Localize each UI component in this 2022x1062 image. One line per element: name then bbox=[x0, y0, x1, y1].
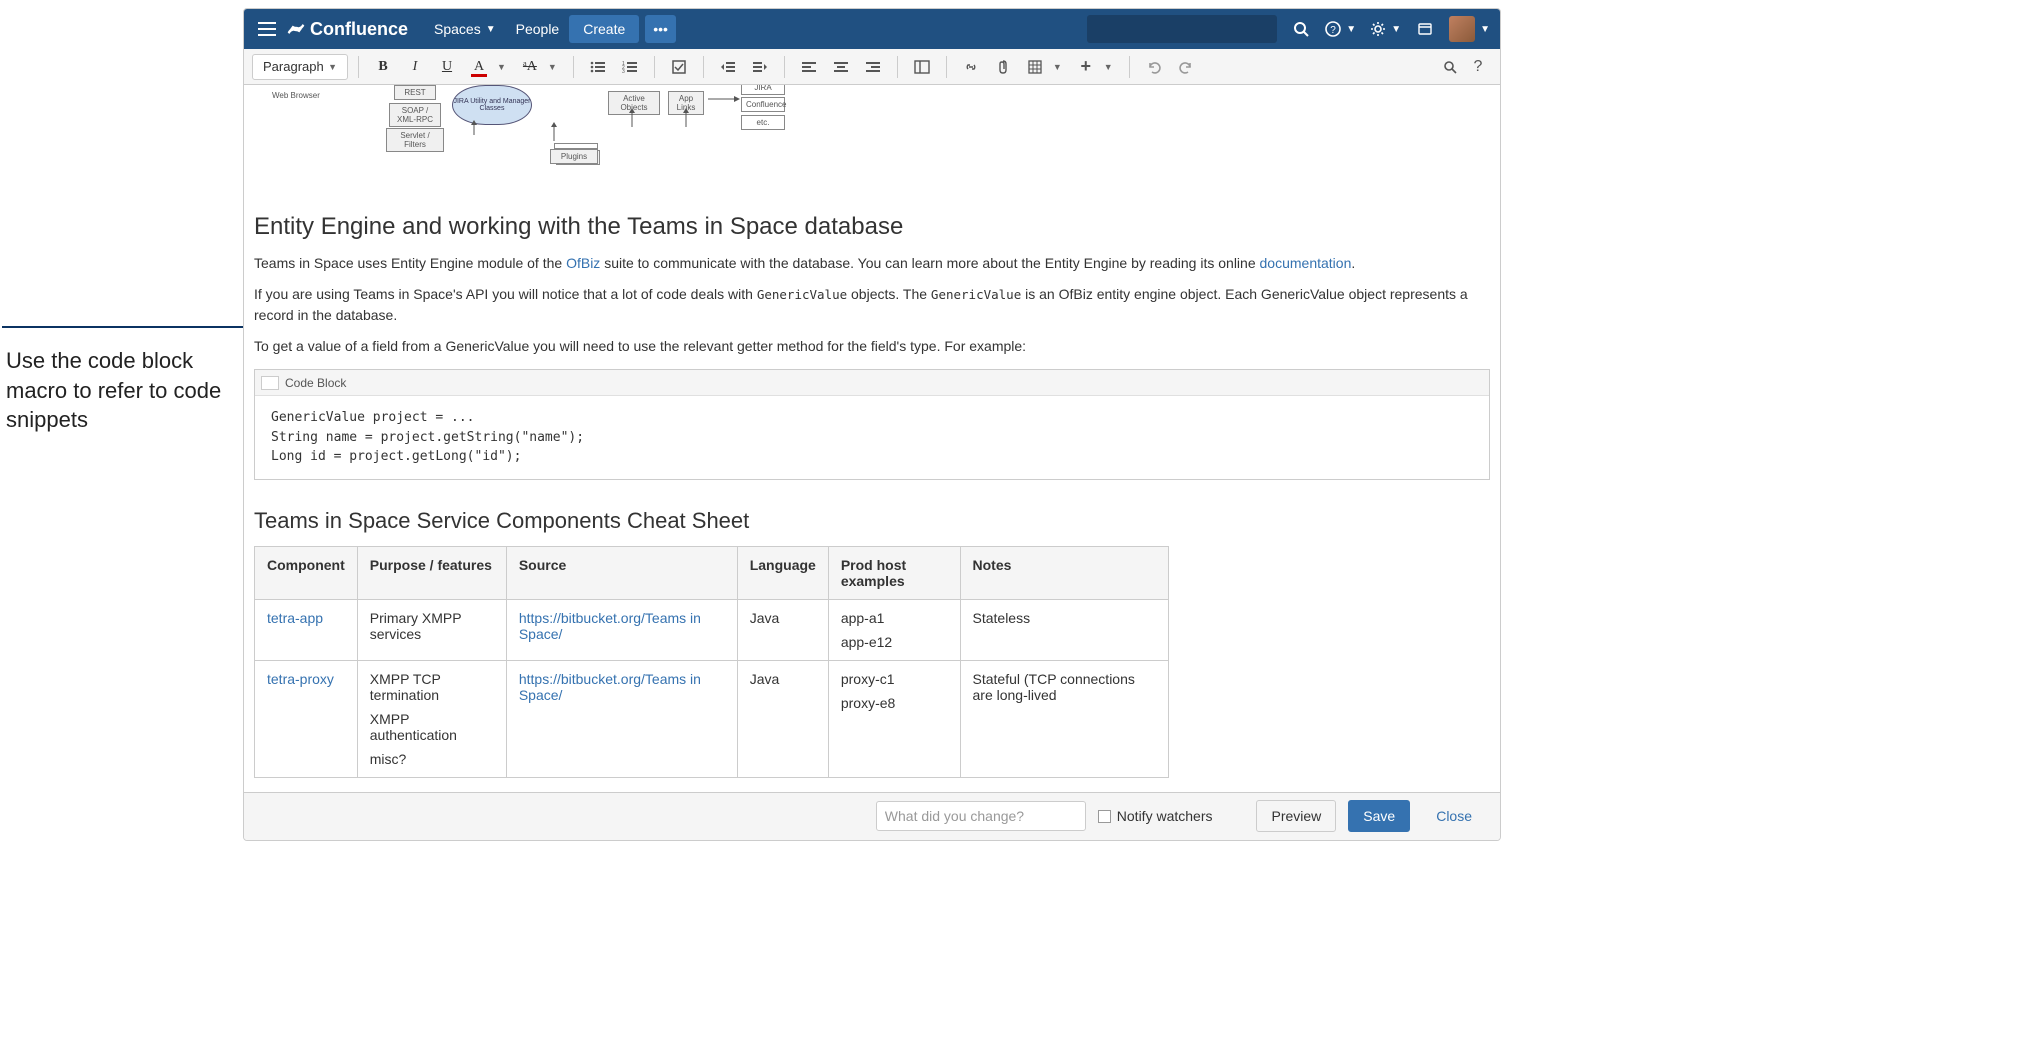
indent-button[interactable] bbox=[746, 54, 774, 80]
table-header: Source bbox=[506, 546, 737, 599]
macro-label: Code Block bbox=[285, 376, 346, 390]
chevron-down-icon: ▼ bbox=[328, 62, 337, 72]
preview-button[interactable]: Preview bbox=[1256, 800, 1336, 832]
number-list-button[interactable]: 123 bbox=[616, 54, 644, 80]
nav-people-label: People bbox=[516, 21, 560, 37]
inline-code: GenericValue bbox=[757, 287, 847, 302]
nav-spaces-label: Spaces bbox=[434, 21, 481, 37]
macro-icon bbox=[261, 376, 279, 390]
confluence-logo[interactable]: Confluence bbox=[286, 19, 408, 40]
code-block-macro[interactable]: Code Block GenericValue project = ... St… bbox=[254, 369, 1490, 480]
macro-header: Code Block bbox=[255, 370, 1489, 396]
save-button[interactable]: Save bbox=[1348, 800, 1410, 832]
search-container[interactable] bbox=[1087, 15, 1277, 43]
notifications-icon[interactable] bbox=[1415, 19, 1435, 39]
nav-people[interactable]: People bbox=[506, 15, 570, 43]
page-layout-button[interactable] bbox=[908, 54, 936, 80]
notify-label: Notify watchers bbox=[1117, 808, 1213, 824]
align-center-button[interactable] bbox=[827, 54, 855, 80]
architecture-diagram: Web Browser REST SOAP / XML-RPC Servlet … bbox=[254, 85, 1490, 185]
app-switcher-icon[interactable] bbox=[254, 16, 280, 42]
admin-menu[interactable]: ▼ bbox=[1370, 21, 1401, 37]
component-link[interactable]: tetra-proxy bbox=[267, 671, 334, 687]
paragraph-label: Paragraph bbox=[263, 59, 324, 74]
avatar bbox=[1449, 16, 1475, 42]
svg-text:?: ? bbox=[1331, 25, 1337, 36]
bold-button[interactable]: B bbox=[369, 54, 397, 80]
insert-more-button[interactable]: + bbox=[1072, 54, 1100, 80]
more-formatting-button[interactable]: ᵃA bbox=[516, 54, 544, 80]
chevron-down-icon[interactable]: ▼ bbox=[497, 62, 506, 72]
chevron-down-icon: ▼ bbox=[1480, 24, 1490, 35]
chevron-down-icon[interactable]: ▼ bbox=[1104, 62, 1113, 72]
heading-cheat-sheet: Teams in Space Service Components Cheat … bbox=[254, 508, 1490, 534]
editor-body[interactable]: Web Browser REST SOAP / XML-RPC Servlet … bbox=[244, 85, 1500, 792]
paragraph-style-select[interactable]: Paragraph ▼ bbox=[252, 54, 348, 80]
redo-button[interactable] bbox=[1172, 54, 1200, 80]
task-list-button[interactable] bbox=[665, 54, 693, 80]
change-comment-input[interactable] bbox=[876, 801, 1086, 831]
component-link[interactable]: tetra-app bbox=[267, 610, 323, 626]
italic-button[interactable]: I bbox=[401, 54, 429, 80]
underline-button[interactable]: U bbox=[433, 54, 461, 80]
bottom-action-bar: Notify watchers Preview Save Close bbox=[244, 792, 1500, 840]
table-row: tetra-appPrimary XMPP serviceshttps://bi… bbox=[255, 599, 1169, 660]
source-link[interactable]: https://bitbucket.org/Teams in Space/ bbox=[519, 610, 701, 642]
editor-toolbar: Paragraph ▼ B I U A ▼ ᵃA ▼ 123 ▼ + ▼ bbox=[244, 49, 1500, 85]
chevron-down-icon: ▼ bbox=[1346, 24, 1356, 35]
brand-text: Confluence bbox=[310, 19, 408, 40]
chevron-down-icon[interactable]: ▼ bbox=[1053, 62, 1062, 72]
nav-spaces[interactable]: Spaces ▼ bbox=[424, 15, 506, 43]
heading-entity-engine: Entity Engine and working with the Teams… bbox=[254, 213, 1490, 241]
app-window: Confluence Spaces▼ People Create ••• ?▼ … bbox=[243, 8, 1501, 841]
align-right-button[interactable] bbox=[859, 54, 887, 80]
chevron-down-icon: ▼ bbox=[486, 24, 496, 35]
ofbiz-link[interactable]: OfBiz bbox=[566, 255, 600, 271]
table-header: Prod host examples bbox=[828, 546, 960, 599]
paragraph: To get a value of a field from a Generic… bbox=[254, 336, 1490, 357]
create-label: Create bbox=[583, 21, 625, 37]
create-button[interactable]: Create bbox=[569, 15, 639, 43]
text-color-button[interactable]: A bbox=[465, 54, 493, 80]
chevron-down-icon[interactable]: ▼ bbox=[548, 62, 557, 72]
create-more-button[interactable]: ••• bbox=[645, 15, 676, 43]
paragraph: Teams in Space uses Entity Engine module… bbox=[254, 253, 1490, 274]
table-header: Component bbox=[255, 546, 358, 599]
undo-button[interactable] bbox=[1140, 54, 1168, 80]
inline-code: GenericValue bbox=[931, 287, 1021, 302]
search-icon[interactable] bbox=[1291, 19, 1311, 39]
top-nav: Confluence Spaces▼ People Create ••• ?▼ … bbox=[244, 9, 1500, 49]
link-button[interactable] bbox=[957, 54, 985, 80]
table-button[interactable] bbox=[1021, 54, 1049, 80]
code-block-content: GenericValue project = ... String name =… bbox=[255, 396, 1489, 479]
align-left-button[interactable] bbox=[795, 54, 823, 80]
table-row: tetra-proxyXMPP TCP terminationXMPP auth… bbox=[255, 660, 1169, 777]
table-header: Notes bbox=[960, 546, 1169, 599]
notify-watchers-checkbox[interactable]: Notify watchers bbox=[1098, 808, 1213, 824]
paragraph: If you are using Teams in Space's API yo… bbox=[254, 284, 1490, 326]
attachment-button[interactable] bbox=[989, 54, 1017, 80]
annotation-line bbox=[2, 326, 248, 328]
find-replace-button[interactable] bbox=[1436, 54, 1464, 80]
svg-text:3: 3 bbox=[622, 69, 625, 74]
table-header: Purpose / features bbox=[357, 546, 506, 599]
chevron-down-icon: ▼ bbox=[1391, 24, 1401, 35]
help-button[interactable]: ? bbox=[1464, 54, 1492, 80]
checkbox-icon bbox=[1098, 810, 1111, 823]
help-menu[interactable]: ?▼ bbox=[1325, 21, 1356, 37]
close-button[interactable]: Close bbox=[1422, 800, 1486, 832]
ellipsis-icon: ••• bbox=[653, 21, 668, 37]
table-header: Language bbox=[737, 546, 828, 599]
annotation-code-block: Use the code block macro to refer to cod… bbox=[6, 346, 236, 435]
bullet-list-button[interactable] bbox=[584, 54, 612, 80]
profile-menu[interactable]: ▼ bbox=[1449, 16, 1490, 42]
components-table: ComponentPurpose / featuresSourceLanguag… bbox=[254, 546, 1169, 778]
outdent-button[interactable] bbox=[714, 54, 742, 80]
source-link[interactable]: https://bitbucket.org/Teams in Space/ bbox=[519, 671, 701, 703]
documentation-link[interactable]: documentation bbox=[1260, 255, 1352, 271]
